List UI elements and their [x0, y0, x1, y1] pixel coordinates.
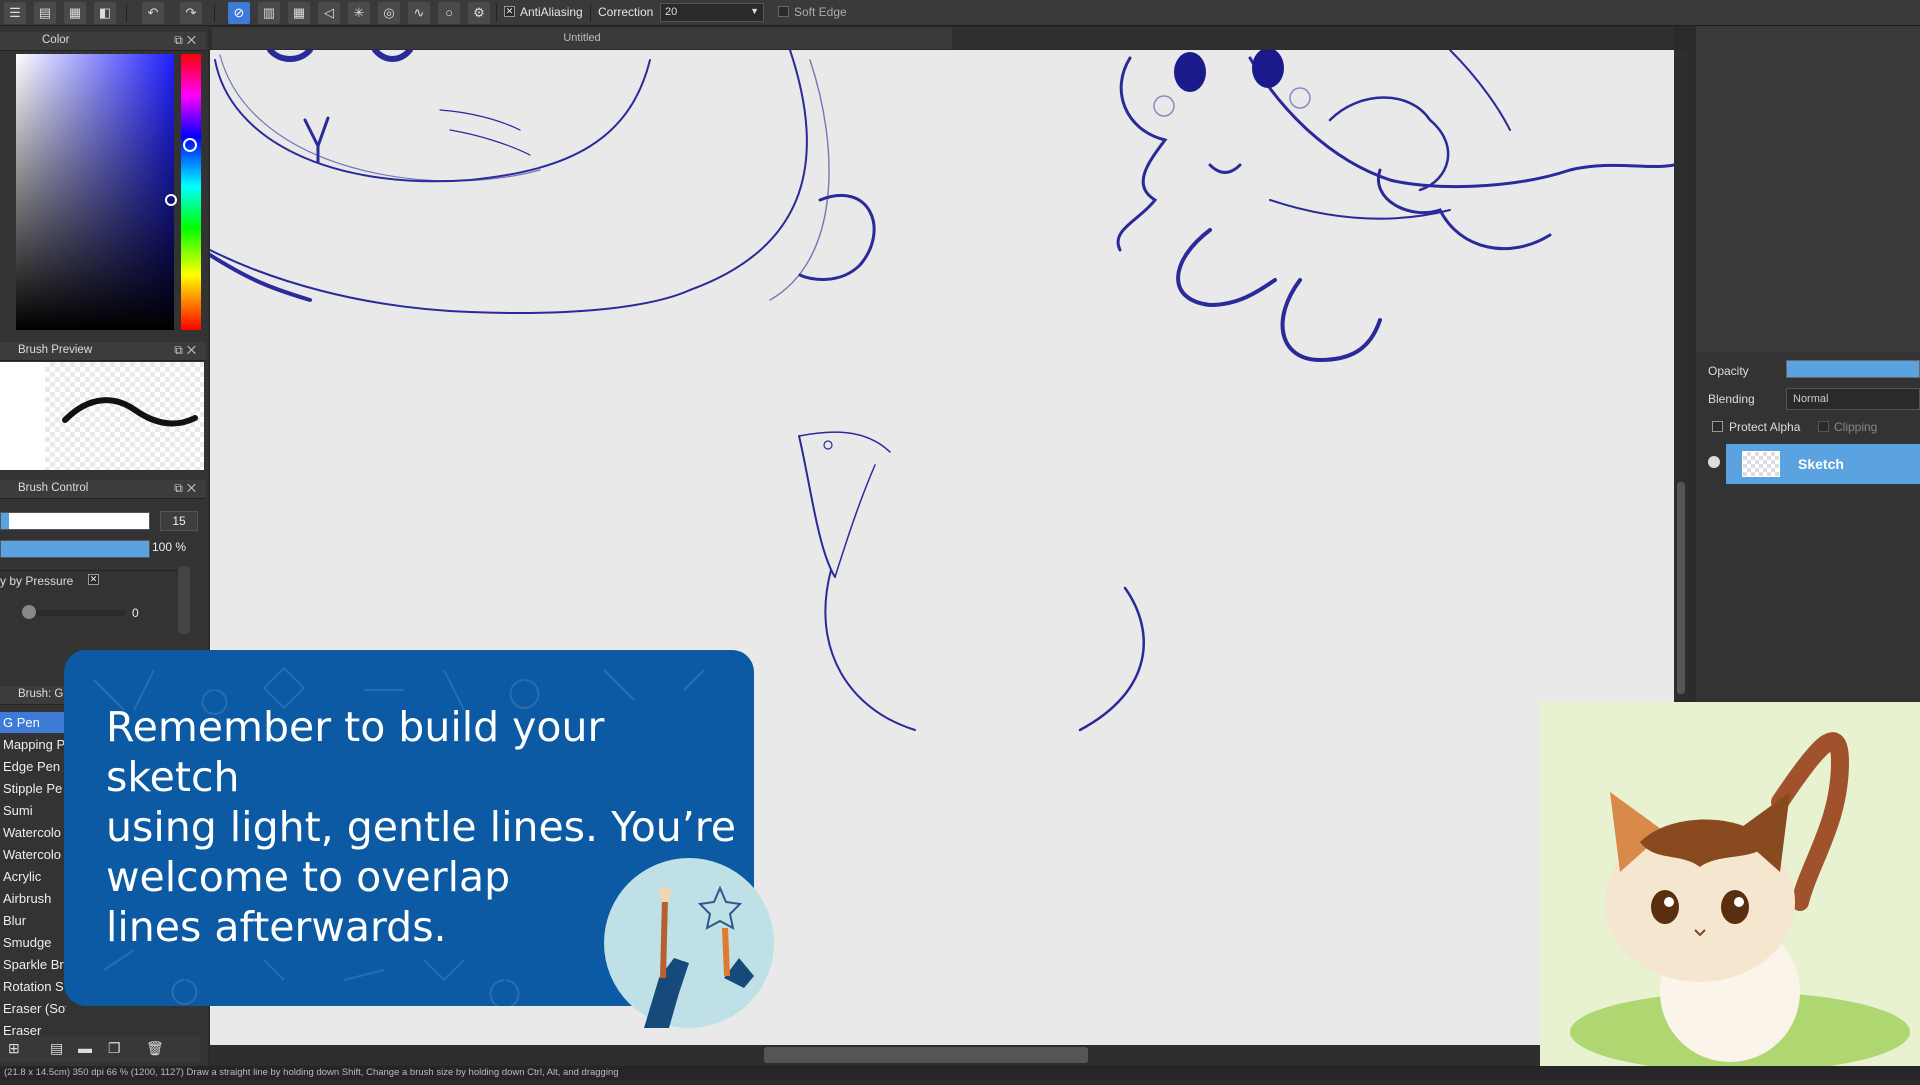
- hue-cursor[interactable]: [183, 138, 197, 152]
- menu-icon[interactable]: ☰: [4, 2, 26, 24]
- by-pressure-label: y by Pressure: [0, 574, 74, 588]
- panel-title: Color: [42, 34, 70, 46]
- panel-window-icons[interactable]: ⧉✕: [174, 33, 200, 48]
- document-tab[interactable]: Untitled: [212, 28, 952, 49]
- toolbar-divider: [496, 4, 497, 22]
- hue-slider[interactable]: [181, 54, 201, 330]
- brush-list: G Pen Mapping P Edge Pen Stipple Pe Sumi Wate…: [0, 712, 66, 1038]
- layers-menu-icon[interactable]: ▦: [64, 2, 86, 24]
- panel-title: Brush: G: [18, 688, 64, 700]
- clipping-label: Clipping: [1834, 420, 1878, 434]
- reference-image: [1540, 702, 1920, 1080]
- protect-alpha-checkbox[interactable]: [1712, 421, 1723, 432]
- artist-hands-illustration: [604, 858, 774, 1028]
- hands-brush-illustration: [644, 885, 754, 1028]
- duplicate-icon[interactable]: ❐: [108, 1040, 121, 1057]
- brush-control-scrollbar[interactable]: [178, 566, 190, 634]
- blending-label: Blending: [1708, 392, 1755, 406]
- redo-icon[interactable]: ↷: [180, 2, 202, 24]
- color-cursor[interactable]: [165, 194, 177, 206]
- radial-ruler-icon[interactable]: ✳: [348, 2, 370, 24]
- brush-list-item[interactable]: Acrylic: [0, 866, 66, 887]
- brush-list-item[interactable]: Rotation S: [0, 976, 66, 997]
- toolbar-divider: [214, 4, 215, 22]
- panel-window-icons[interactable]: ⧉✕: [174, 343, 200, 358]
- soft-edge-label: Soft Edge: [794, 5, 847, 19]
- vertical-scroll-thumb[interactable]: [1677, 482, 1685, 694]
- brush-list-item[interactable]: Watercolo: [0, 822, 66, 843]
- color-panel-header: Color ⧉✕: [0, 32, 206, 51]
- panel-title: Brush Preview: [18, 344, 93, 356]
- layer-visibility-icon[interactable]: [1708, 456, 1720, 468]
- brush-list-item[interactable]: Sumi: [0, 800, 66, 821]
- brush-list-item[interactable]: Mapping P: [0, 734, 66, 755]
- brush-list-item[interactable]: Smudge: [0, 932, 66, 953]
- protect-alpha-label: Protect Alpha: [1729, 420, 1801, 434]
- brush-control-header: Brush Control ⧉✕: [0, 480, 206, 499]
- pressure-slider-knob[interactable]: [22, 605, 36, 619]
- undo-icon[interactable]: ↶: [142, 2, 164, 24]
- brush-list-item[interactable]: Eraser (Soft): [0, 998, 66, 1019]
- ellipse-ruler-icon[interactable]: ◎: [378, 2, 400, 24]
- brush-preview: [0, 362, 204, 470]
- correction-value: 20: [665, 6, 678, 18]
- brush-list-item[interactable]: Stipple Pe: [0, 778, 66, 799]
- divider: [0, 570, 190, 571]
- brush-list-item[interactable]: Blur: [0, 910, 66, 931]
- horizontal-scroll-thumb[interactable]: [764, 1047, 1088, 1063]
- panel-title: Brush Control: [18, 482, 89, 494]
- settings-icon[interactable]: ⚙: [468, 2, 490, 24]
- top-toolbar: ☰ ▤ ▦ ◧ ↶ ↷ ⊘ ▥ ▦ ◁ ✳ ◎ ∿ ○ ⚙ ✕ AntiAlia…: [0, 0, 1920, 26]
- pressure-slider-value: 0: [132, 606, 139, 620]
- delete-icon[interactable]: 🗑: [146, 1040, 164, 1057]
- brush-list-item[interactable]: Watercolo: [0, 844, 66, 865]
- brush-preview-header: Brush Preview ⧉✕: [0, 342, 206, 361]
- toolbar-divider: [590, 4, 591, 22]
- kitten-reference-illustration: [1570, 732, 1910, 1072]
- perspective-ruler-icon[interactable]: ◁: [318, 2, 340, 24]
- view-menu-icon[interactable]: ◧: [94, 2, 116, 24]
- stripes-ruler-icon[interactable]: ▥: [258, 2, 280, 24]
- saturation-value-picker[interactable]: [16, 54, 174, 330]
- clipping-checkbox[interactable]: [1818, 421, 1829, 432]
- brush-list-item[interactable]: Edge Pen: [0, 756, 66, 777]
- correction-label: Correction: [598, 5, 654, 19]
- folder-icon[interactable]: ▬: [78, 1040, 92, 1056]
- tip-line: Remember to build your sketch: [106, 703, 605, 801]
- brush-list-item[interactable]: Sparkle Br: [0, 954, 66, 975]
- curve-ruler-icon[interactable]: ∿: [408, 2, 430, 24]
- brush-list-item[interactable]: Airbrush: [0, 888, 66, 909]
- circle-ruler-icon[interactable]: ○: [438, 2, 460, 24]
- copy-brush-icon[interactable]: ▤: [50, 1040, 63, 1057]
- toolbar-divider: [126, 4, 127, 22]
- panel-window-icons[interactable]: ⧉✕: [174, 481, 200, 496]
- layer-name: Sketch: [1798, 456, 1844, 472]
- opacity-label: Opacity: [1708, 364, 1749, 378]
- navigator-area: [1696, 26, 1920, 352]
- brush-opacity-value: 100 %: [152, 540, 187, 554]
- correction-select[interactable]: 20 ▼: [660, 3, 764, 22]
- brush-size-slider[interactable]: [0, 512, 150, 530]
- brush-list-actions: ⊞ ▤ ▬ ❐ 🗑: [0, 1036, 200, 1062]
- antialiasing-label: AntiAliasing: [520, 5, 583, 19]
- brush-stroke-preview: [62, 397, 198, 427]
- layer-thumbnail: [1742, 451, 1780, 477]
- layer-opacity-slider[interactable]: [1786, 360, 1920, 378]
- new-file-icon[interactable]: ▤: [34, 2, 56, 24]
- slider-fill: [1, 513, 9, 529]
- brush-list-item[interactable]: G Pen: [0, 712, 66, 733]
- status-bar: (21.8 x 14.5cm) 350 dpi 66 % (1200, 1127…: [0, 1066, 1920, 1080]
- blending-select[interactable]: Normal: [1786, 388, 1920, 410]
- chevron-down-icon: ▼: [750, 6, 759, 16]
- tip-line: using light, gentle lines. You’re: [106, 803, 736, 851]
- brush-size-value[interactable]: 15: [160, 511, 198, 531]
- grid-ruler-icon[interactable]: ▦: [288, 2, 310, 24]
- soft-edge-checkbox[interactable]: [778, 6, 789, 17]
- brush-tool-icon[interactable]: ⊘: [228, 2, 250, 24]
- antialiasing-checkbox[interactable]: ✕: [504, 6, 515, 17]
- brush-opacity-slider[interactable]: [0, 540, 150, 558]
- pressure-slider-track[interactable]: [22, 610, 126, 616]
- add-brush-icon[interactable]: ⊞: [8, 1040, 20, 1057]
- by-pressure-checkbox[interactable]: ✕: [88, 574, 99, 585]
